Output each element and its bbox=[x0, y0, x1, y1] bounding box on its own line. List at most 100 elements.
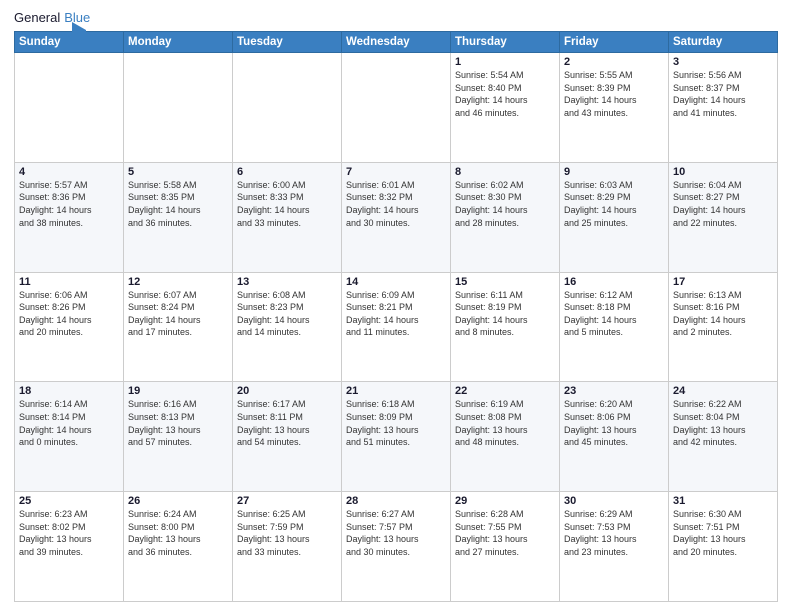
day-detail: Sunrise: 6:03 AMSunset: 8:29 PMDaylight:… bbox=[564, 179, 664, 229]
day-detail: Sunrise: 6:28 AMSunset: 7:55 PMDaylight:… bbox=[455, 508, 555, 558]
calendar-header-row: SundayMondayTuesdayWednesdayThursdayFrid… bbox=[15, 32, 778, 53]
day-detail: Sunrise: 6:29 AMSunset: 7:53 PMDaylight:… bbox=[564, 508, 664, 558]
calendar-cell: 9Sunrise: 6:03 AMSunset: 8:29 PMDaylight… bbox=[560, 162, 669, 272]
day-detail: Sunrise: 6:25 AMSunset: 7:59 PMDaylight:… bbox=[237, 508, 337, 558]
calendar-cell: 31Sunrise: 6:30 AMSunset: 7:51 PMDayligh… bbox=[669, 492, 778, 602]
page: GeneralBlue SundayMondayTuesdayWednesday… bbox=[0, 0, 792, 612]
day-detail: Sunrise: 5:55 AMSunset: 8:39 PMDaylight:… bbox=[564, 69, 664, 119]
calendar-cell: 3Sunrise: 5:56 AMSunset: 8:37 PMDaylight… bbox=[669, 53, 778, 163]
day-number: 8 bbox=[455, 166, 555, 178]
calendar-header-monday: Monday bbox=[124, 32, 233, 53]
logo-line1: General bbox=[14, 10, 60, 25]
calendar-header-sunday: Sunday bbox=[15, 32, 124, 53]
day-detail: Sunrise: 6:12 AMSunset: 8:18 PMDaylight:… bbox=[564, 289, 664, 339]
day-detail: Sunrise: 6:30 AMSunset: 7:51 PMDaylight:… bbox=[673, 508, 773, 558]
calendar-cell: 6Sunrise: 6:00 AMSunset: 8:33 PMDaylight… bbox=[233, 162, 342, 272]
day-detail: Sunrise: 5:54 AMSunset: 8:40 PMDaylight:… bbox=[455, 69, 555, 119]
day-detail: Sunrise: 6:11 AMSunset: 8:19 PMDaylight:… bbox=[455, 289, 555, 339]
calendar-cell bbox=[233, 53, 342, 163]
calendar-cell: 20Sunrise: 6:17 AMSunset: 8:11 PMDayligh… bbox=[233, 382, 342, 492]
day-detail: Sunrise: 6:07 AMSunset: 8:24 PMDaylight:… bbox=[128, 289, 228, 339]
calendar-header-saturday: Saturday bbox=[669, 32, 778, 53]
day-number: 13 bbox=[237, 276, 337, 288]
day-number: 22 bbox=[455, 385, 555, 397]
day-number: 5 bbox=[128, 166, 228, 178]
day-number: 1 bbox=[455, 56, 555, 68]
day-number: 10 bbox=[673, 166, 773, 178]
day-number: 19 bbox=[128, 385, 228, 397]
day-number: 11 bbox=[19, 276, 119, 288]
calendar-cell: 13Sunrise: 6:08 AMSunset: 8:23 PMDayligh… bbox=[233, 272, 342, 382]
day-number: 25 bbox=[19, 495, 119, 507]
day-number: 17 bbox=[673, 276, 773, 288]
day-number: 28 bbox=[346, 495, 446, 507]
calendar-table: SundayMondayTuesdayWednesdayThursdayFrid… bbox=[14, 31, 778, 602]
day-detail: Sunrise: 6:27 AMSunset: 7:57 PMDaylight:… bbox=[346, 508, 446, 558]
calendar-cell bbox=[342, 53, 451, 163]
calendar-header-friday: Friday bbox=[560, 32, 669, 53]
calendar-header-tuesday: Tuesday bbox=[233, 32, 342, 53]
day-detail: Sunrise: 6:22 AMSunset: 8:04 PMDaylight:… bbox=[673, 398, 773, 448]
day-detail: Sunrise: 6:06 AMSunset: 8:26 PMDaylight:… bbox=[19, 289, 119, 339]
day-number: 20 bbox=[237, 385, 337, 397]
day-detail: Sunrise: 6:00 AMSunset: 8:33 PMDaylight:… bbox=[237, 179, 337, 229]
calendar-cell: 28Sunrise: 6:27 AMSunset: 7:57 PMDayligh… bbox=[342, 492, 451, 602]
day-number: 24 bbox=[673, 385, 773, 397]
calendar-cell: 12Sunrise: 6:07 AMSunset: 8:24 PMDayligh… bbox=[124, 272, 233, 382]
day-detail: Sunrise: 6:20 AMSunset: 8:06 PMDaylight:… bbox=[564, 398, 664, 448]
calendar-cell: 21Sunrise: 6:18 AMSunset: 8:09 PMDayligh… bbox=[342, 382, 451, 492]
calendar-week-2: 4Sunrise: 5:57 AMSunset: 8:36 PMDaylight… bbox=[15, 162, 778, 272]
day-number: 18 bbox=[19, 385, 119, 397]
day-number: 12 bbox=[128, 276, 228, 288]
day-number: 27 bbox=[237, 495, 337, 507]
calendar-cell: 19Sunrise: 6:16 AMSunset: 8:13 PMDayligh… bbox=[124, 382, 233, 492]
day-detail: Sunrise: 6:17 AMSunset: 8:11 PMDaylight:… bbox=[237, 398, 337, 448]
day-number: 7 bbox=[346, 166, 446, 178]
calendar-cell: 10Sunrise: 6:04 AMSunset: 8:27 PMDayligh… bbox=[669, 162, 778, 272]
calendar-cell: 17Sunrise: 6:13 AMSunset: 8:16 PMDayligh… bbox=[669, 272, 778, 382]
day-detail: Sunrise: 6:19 AMSunset: 8:08 PMDaylight:… bbox=[455, 398, 555, 448]
day-detail: Sunrise: 6:09 AMSunset: 8:21 PMDaylight:… bbox=[346, 289, 446, 339]
day-number: 14 bbox=[346, 276, 446, 288]
day-number: 31 bbox=[673, 495, 773, 507]
calendar-header-thursday: Thursday bbox=[451, 32, 560, 53]
calendar-cell bbox=[124, 53, 233, 163]
calendar-cell: 1Sunrise: 5:54 AMSunset: 8:40 PMDaylight… bbox=[451, 53, 560, 163]
calendar-cell: 23Sunrise: 6:20 AMSunset: 8:06 PMDayligh… bbox=[560, 382, 669, 492]
day-detail: Sunrise: 6:04 AMSunset: 8:27 PMDaylight:… bbox=[673, 179, 773, 229]
day-number: 29 bbox=[455, 495, 555, 507]
day-detail: Sunrise: 6:01 AMSunset: 8:32 PMDaylight:… bbox=[346, 179, 446, 229]
day-detail: Sunrise: 5:56 AMSunset: 8:37 PMDaylight:… bbox=[673, 69, 773, 119]
calendar-cell: 14Sunrise: 6:09 AMSunset: 8:21 PMDayligh… bbox=[342, 272, 451, 382]
day-number: 23 bbox=[564, 385, 664, 397]
day-detail: Sunrise: 6:14 AMSunset: 8:14 PMDaylight:… bbox=[19, 398, 119, 448]
day-detail: Sunrise: 6:08 AMSunset: 8:23 PMDaylight:… bbox=[237, 289, 337, 339]
calendar-cell: 22Sunrise: 6:19 AMSunset: 8:08 PMDayligh… bbox=[451, 382, 560, 492]
header: GeneralBlue bbox=[14, 10, 778, 25]
day-detail: Sunrise: 6:24 AMSunset: 8:00 PMDaylight:… bbox=[128, 508, 228, 558]
calendar-cell: 2Sunrise: 5:55 AMSunset: 8:39 PMDaylight… bbox=[560, 53, 669, 163]
day-detail: Sunrise: 6:18 AMSunset: 8:09 PMDaylight:… bbox=[346, 398, 446, 448]
calendar-cell: 4Sunrise: 5:57 AMSunset: 8:36 PMDaylight… bbox=[15, 162, 124, 272]
day-number: 30 bbox=[564, 495, 664, 507]
calendar-cell bbox=[15, 53, 124, 163]
calendar-cell: 25Sunrise: 6:23 AMSunset: 8:02 PMDayligh… bbox=[15, 492, 124, 602]
calendar-cell: 5Sunrise: 5:58 AMSunset: 8:35 PMDaylight… bbox=[124, 162, 233, 272]
day-number: 15 bbox=[455, 276, 555, 288]
calendar-week-1: 1Sunrise: 5:54 AMSunset: 8:40 PMDaylight… bbox=[15, 53, 778, 163]
day-detail: Sunrise: 6:16 AMSunset: 8:13 PMDaylight:… bbox=[128, 398, 228, 448]
calendar-week-3: 11Sunrise: 6:06 AMSunset: 8:26 PMDayligh… bbox=[15, 272, 778, 382]
day-number: 2 bbox=[564, 56, 664, 68]
day-number: 21 bbox=[346, 385, 446, 397]
calendar-header-wednesday: Wednesday bbox=[342, 32, 451, 53]
calendar-cell: 26Sunrise: 6:24 AMSunset: 8:00 PMDayligh… bbox=[124, 492, 233, 602]
day-detail: Sunrise: 5:58 AMSunset: 8:35 PMDaylight:… bbox=[128, 179, 228, 229]
day-detail: Sunrise: 5:57 AMSunset: 8:36 PMDaylight:… bbox=[19, 179, 119, 229]
day-number: 6 bbox=[237, 166, 337, 178]
calendar-cell: 16Sunrise: 6:12 AMSunset: 8:18 PMDayligh… bbox=[560, 272, 669, 382]
day-detail: Sunrise: 6:23 AMSunset: 8:02 PMDaylight:… bbox=[19, 508, 119, 558]
calendar-cell: 15Sunrise: 6:11 AMSunset: 8:19 PMDayligh… bbox=[451, 272, 560, 382]
calendar-cell: 11Sunrise: 6:06 AMSunset: 8:26 PMDayligh… bbox=[15, 272, 124, 382]
calendar-cell: 30Sunrise: 6:29 AMSunset: 7:53 PMDayligh… bbox=[560, 492, 669, 602]
calendar-cell: 18Sunrise: 6:14 AMSunset: 8:14 PMDayligh… bbox=[15, 382, 124, 492]
